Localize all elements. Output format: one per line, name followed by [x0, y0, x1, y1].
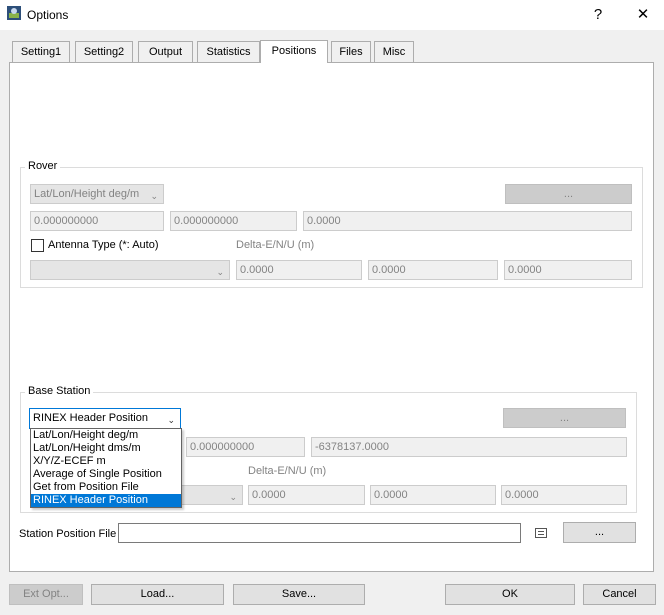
rover-delta-n-field[interactable]: 0.0000 — [368, 260, 498, 280]
base-position-type-value: RINEX Header Position — [33, 412, 148, 424]
base-delta-e-field[interactable]: 0.0000 — [248, 485, 365, 505]
dropdown-option[interactable]: X/Y/Z-ECEF m — [31, 455, 181, 468]
dropdown-option-selected[interactable]: RINEX Header Position — [31, 494, 181, 507]
base-delta-n-field[interactable]: 0.0000 — [370, 485, 496, 505]
tab-misc[interactable]: Misc — [374, 41, 414, 62]
dropdown-option[interactable]: Lat/Lon/Height deg/m — [31, 429, 181, 442]
base-position-browse-button[interactable]: ... — [503, 408, 626, 428]
load-button[interactable]: Load... — [91, 584, 224, 605]
rover-delta-e-field[interactable]: 0.0000 — [236, 260, 362, 280]
base-pos2-field[interactable]: 0.000000000 — [186, 437, 305, 457]
app-icon — [7, 6, 21, 20]
rover-position-browse-button[interactable]: ... — [505, 184, 632, 204]
tab-positions[interactable]: Positions — [260, 40, 328, 63]
tab-files[interactable]: Files — [331, 41, 371, 62]
dropdown-option[interactable]: Get from Position File — [31, 481, 181, 494]
base-delta-label: Delta-E/N/U (m) — [248, 465, 327, 477]
rover-pos1-field[interactable]: 0.000000000 — [30, 211, 164, 231]
view-file-icon[interactable] — [535, 528, 547, 538]
close-button[interactable]: ✕ — [620, 0, 664, 30]
rover-position-type-value: Lat/Lon/Height deg/m — [34, 188, 140, 200]
chevron-down-icon: ⌄ — [216, 267, 224, 277]
window-title: Options — [27, 8, 69, 22]
rover-antenna-type-select[interactable]: ⌄ — [30, 260, 230, 280]
chevron-down-icon: ⌄ — [150, 191, 158, 201]
save-button[interactable]: Save... — [233, 584, 365, 605]
dropdown-option[interactable]: Lat/Lon/Height dms/m — [31, 442, 181, 455]
base-delta-u-field[interactable]: 0.0000 — [501, 485, 627, 505]
dropdown-option[interactable]: Average of Single Position — [31, 468, 181, 481]
help-button[interactable]: ? — [575, 0, 621, 30]
chevron-down-icon: ⌄ — [229, 492, 237, 502]
rover-delta-label: Delta-E/N/U (m) — [236, 239, 315, 251]
base-position-type-dropdown: Lat/Lon/Height deg/m Lat/Lon/Height dms/… — [30, 428, 182, 508]
ok-button[interactable]: OK — [445, 584, 575, 605]
base-position-type-select[interactable]: RINEX Header Position ⌄ — [29, 408, 181, 429]
tab-setting1[interactable]: Setting1 — [12, 41, 70, 62]
base-station-group-title: Base Station — [25, 385, 94, 397]
tab-output[interactable]: Output — [138, 41, 193, 62]
rover-pos3-field[interactable]: 0.0000 — [303, 211, 632, 231]
rover-group-title: Rover — [25, 160, 61, 172]
base-pos3-field[interactable]: -6378137.0000 — [311, 437, 627, 457]
station-file-label: Station Position File — [19, 528, 117, 540]
rover-position-type-select[interactable]: Lat/Lon/Height deg/m ⌄ — [30, 184, 164, 204]
station-file-input[interactable] — [118, 523, 521, 543]
tab-setting2[interactable]: Setting2 — [75, 41, 133, 62]
station-file-browse-button[interactable]: ... — [563, 522, 636, 543]
rover-delta-u-field[interactable]: 0.0000 — [504, 260, 632, 280]
title-bar: Options ? ✕ — [0, 0, 664, 30]
tab-statistics[interactable]: Statistics — [197, 41, 260, 62]
ext-opt-button[interactable]: Ext Opt... — [9, 584, 83, 605]
rover-pos2-field[interactable]: 0.000000000 — [170, 211, 297, 231]
cancel-button[interactable]: Cancel — [583, 584, 656, 605]
rover-antenna-checkbox[interactable] — [31, 239, 44, 252]
rover-antenna-label: Antenna Type (*: Auto) — [48, 239, 159, 251]
